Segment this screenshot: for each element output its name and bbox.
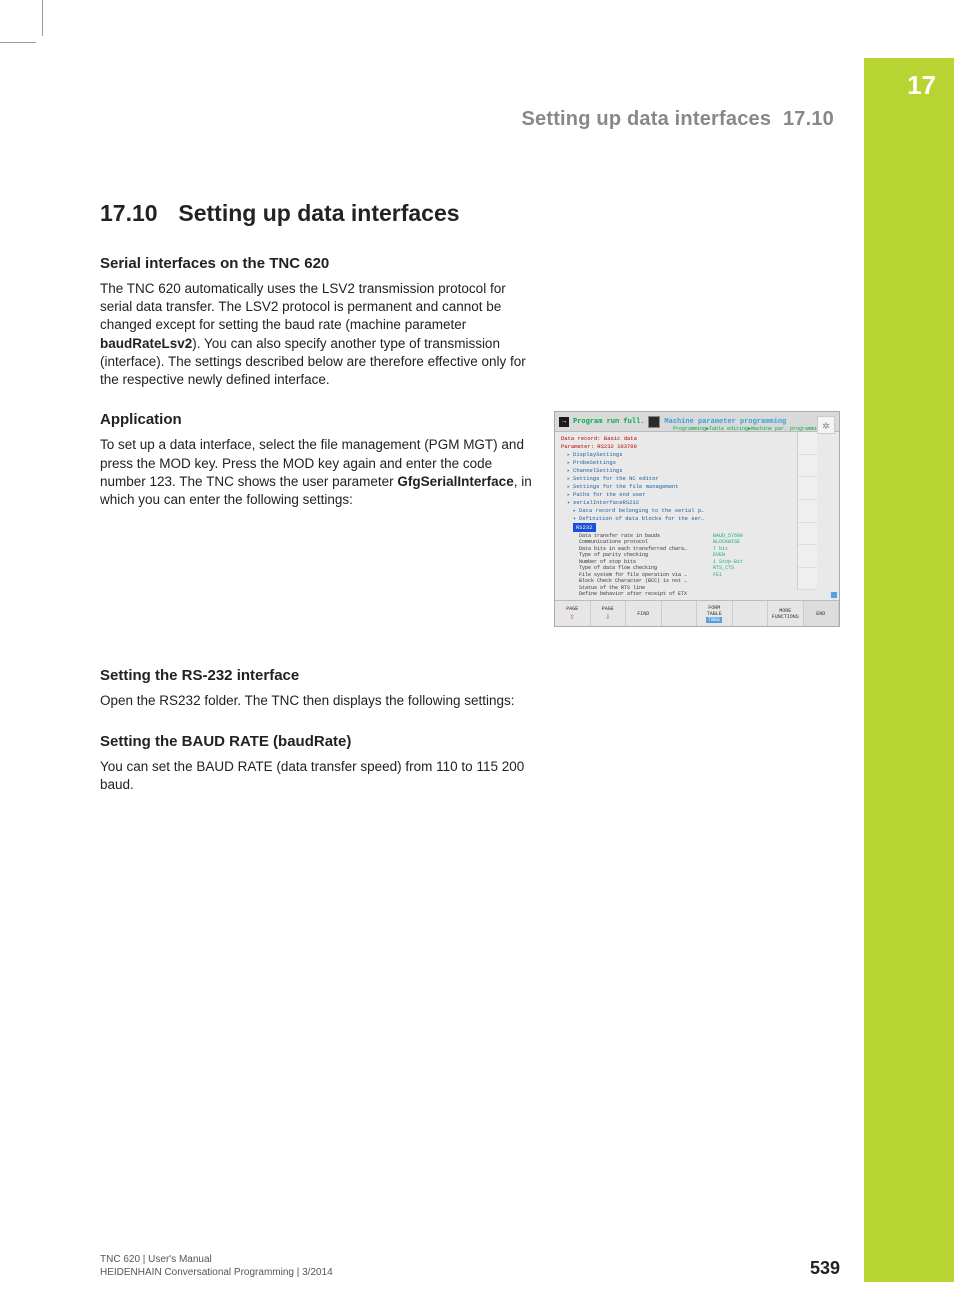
ss-data-record: Data record: Basic data [561, 435, 833, 442]
ss-param-label: Data transfer rate in bauds [579, 533, 660, 539]
softkey-more-functions[interactable]: MORE FUNCTIONS [768, 601, 804, 626]
ss-param-row: Type of parity checking EVEN [579, 552, 833, 558]
tnc-screenshot: → Program run full. Machine parameter pr… [554, 411, 840, 627]
paragraph: To set up a data interface, select the f… [100, 436, 534, 509]
ss-folder-open: serialInterfaceRS232 [567, 499, 833, 506]
ss-param-label: File system for file operation via … [579, 572, 687, 578]
ss-folder: Paths for the end user [567, 491, 833, 498]
softkey-empty [662, 601, 698, 626]
ss-param-label: Data bits in each transferred chara… [579, 546, 687, 552]
softkey-end[interactable]: END [804, 601, 840, 626]
section-heading: 17.10 Setting up data interfaces [100, 200, 840, 227]
softkey-form-table-tree[interactable]: FORM TABLE TREE [697, 601, 733, 626]
tnc-icon [648, 416, 660, 428]
ss-param-value: 1 Stop-Bit [713, 559, 743, 565]
ss-mode-left: Program run full. [573, 418, 644, 426]
ss-param-row: Status of the RTS line [579, 585, 833, 591]
ss-param-value: BLOCKWISE [713, 539, 740, 545]
arrow-up-icon [570, 612, 575, 622]
ss-param-row: Number of stop bits 1 Stop-Bit [579, 559, 833, 565]
softkey-page-down[interactable]: PAGE [591, 601, 627, 626]
ss-subfolder: Data record belonging to the serial p… [573, 507, 833, 514]
running-header-title: Setting up data interfaces [521, 108, 771, 130]
page-content: 17.10 Setting up data interfaces Serial … [100, 200, 840, 816]
page-number: 539 [810, 1258, 840, 1279]
softkey-page-up[interactable]: PAGE [555, 601, 591, 626]
ss-param-row: Block Check Character (BCC) is not … [579, 578, 833, 584]
subsection-heading: Setting the BAUD RATE (baudRate) [100, 733, 840, 750]
scroll-corner-icon [831, 592, 837, 598]
ss-param-label: Block Check Character (BCC) is not … [579, 578, 687, 584]
ss-folder: ProbeSettings [567, 459, 833, 466]
subsection-heading: Application [100, 411, 534, 428]
ss-folder: ChannelSettings [567, 467, 833, 474]
paragraph: The TNC 620 automatically uses the LSV2 … [100, 280, 540, 389]
ss-param-label: Type of data flow checking [579, 565, 657, 571]
ss-param-row: File system for file operation via … FE1 [579, 572, 833, 578]
softkey-find[interactable]: FIND [626, 601, 662, 626]
param-name-bold: GfgSerialInterface [397, 474, 513, 489]
ss-softkey-row: PAGE PAGE FIND FORM TABLE TREE MORE FUNC… [555, 600, 839, 626]
ss-param-row: Define behavior after receipt of ETX [579, 591, 833, 597]
subsection-heading: Setting the RS-232 interface [100, 667, 840, 684]
paragraph-text: The TNC 620 automatically uses the LSV2 … [100, 281, 506, 332]
ss-param-value: RTS_CTS [713, 565, 734, 571]
ss-param-value: FE1 [713, 572, 722, 578]
subsection-heading: Serial interfaces on the TNC 620 [100, 255, 840, 272]
section-title: Setting up data interfaces [178, 200, 459, 226]
ss-folder: Settings for the file management [567, 483, 833, 490]
param-name-bold: baudRateLsv2 [100, 336, 192, 351]
paragraph: You can set the BAUD RATE (data transfer… [100, 758, 540, 794]
back-arrow-icon: → [559, 417, 569, 427]
ss-param-row: Data bits in each transferred chara… 7 bi… [579, 546, 833, 552]
page-footer: TNC 620 | User's Manual HEIDENHAIN Conve… [100, 1253, 840, 1279]
softkey-label-active: TREE [706, 617, 722, 623]
ss-param-label: Type of parity checking [579, 552, 648, 558]
section-number: 17.10 [100, 200, 172, 227]
ss-param-value: EVEN [713, 552, 725, 558]
paragraph: Open the RS232 folder. The TNC then disp… [100, 692, 540, 710]
ss-param-label: Status of the RTS line [579, 585, 645, 591]
ss-param-row: Data transfer rate in bauds BAUD_57600 [579, 533, 833, 539]
gear-icon: ✲ [817, 416, 835, 434]
ss-param-label: Number of stop bits [579, 559, 636, 565]
footer-line2: HEIDENHAIN Conversational Programming | … [100, 1266, 333, 1279]
footer-meta: TNC 620 | User's Manual HEIDENHAIN Conve… [100, 1253, 333, 1279]
running-header-number: 17.10 [783, 108, 834, 130]
chapter-number: 17 [907, 70, 936, 101]
ss-param-row: Communications protocol BLOCKWISE [579, 539, 833, 545]
footer-line1: TNC 620 | User's Manual [100, 1253, 333, 1266]
ss-selected-node: RS232 [573, 523, 596, 532]
arrow-down-icon [605, 612, 610, 622]
ss-param-label: Define behavior after receipt of ETX [579, 591, 687, 597]
softkey-empty [733, 601, 769, 626]
ss-subfolder-open: Definition of data blocks for the ser… [573, 515, 833, 522]
ss-side-toolbar [797, 432, 817, 590]
ss-param-label: Communications protocol [579, 539, 648, 545]
ss-param-value: BAUD_57600 [713, 533, 743, 539]
ss-param-row: Type of data flow checking RTS_CTS [579, 565, 833, 571]
running-header: Setting up data interfaces 17.10 [521, 108, 834, 131]
chapter-tab: 17 [864, 58, 954, 1282]
ss-mode-right: Machine parameter programming [664, 418, 786, 426]
ss-param-value: 7 bit [713, 546, 728, 552]
ss-parameter-line: Parameter: RS232 103700 [561, 443, 833, 450]
ss-folder: Settings for the NC editor [567, 475, 833, 482]
ss-folder: DisplaySettings [567, 451, 833, 458]
